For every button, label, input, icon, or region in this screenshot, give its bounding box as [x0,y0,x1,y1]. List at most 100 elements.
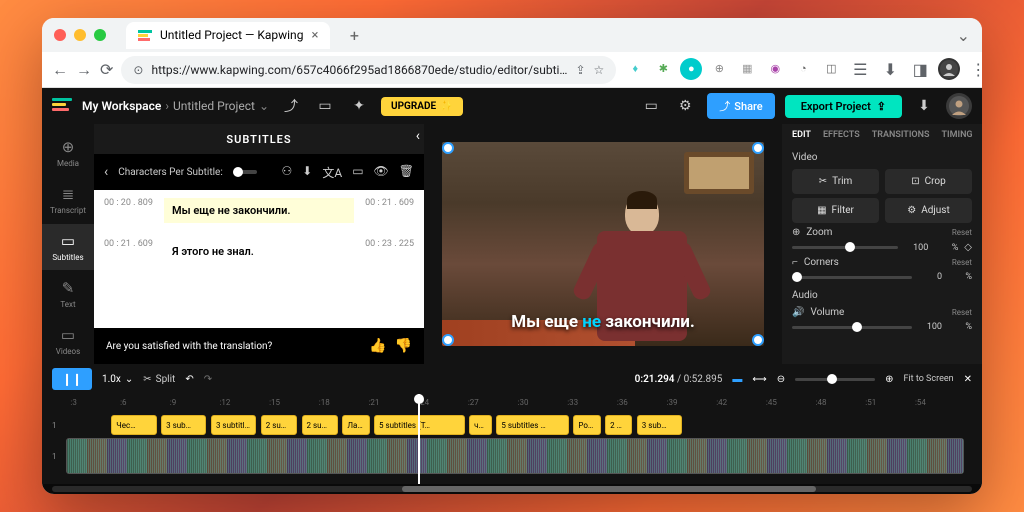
nav-videos[interactable]: ▭ Videos [42,317,94,364]
ext-icon-3[interactable]: ● [680,58,702,80]
subtitle-clip[interactable]: 2 … [605,415,632,435]
thumbs-down-icon[interactable]: 👎 [395,338,412,354]
subtitle-clip[interactable]: Чес… [111,415,156,435]
fit-to-screen-button[interactable]: Fit to Screen [904,374,954,384]
bookmark-icon[interactable]: ☆ [594,63,605,77]
playback-speed[interactable]: 1.0x [102,374,121,385]
video-canvas[interactable]: Мы еще не закончили. [442,142,764,346]
user-avatar[interactable] [946,93,972,119]
end-time[interactable]: 00 : 23 . 225 [364,239,414,264]
start-time[interactable]: 00 : 21 . 609 [104,239,154,264]
new-tab-button[interactable]: + [342,23,366,47]
ext-icon-1[interactable]: ♦ [624,58,646,80]
nav-transcript[interactable]: ≣ Transcript [42,177,94,224]
export-button[interactable]: Export Project⇪ [785,95,902,118]
subtitle-text[interactable]: Мы еще не закончили. [164,198,354,223]
ext-icon-4[interactable]: ⊕ [708,58,730,80]
video-clip[interactable] [66,438,964,474]
ext-icon-8[interactable]: ◫ [820,58,842,80]
zoom-slider[interactable] [792,246,898,249]
volume-slider[interactable] [792,326,912,329]
chevron-down-icon[interactable]: ⌄ [259,99,269,113]
magic-icon[interactable]: ✦ [347,94,371,118]
hide-icon[interactable]: 👁 [374,164,389,181]
corners-slider[interactable] [792,276,912,279]
lock-icon[interactable]: ◇ [964,242,972,253]
workspace-link[interactable]: My Workspace [82,99,161,113]
trim-button[interactable]: ✂Trim [792,169,879,194]
url-bar[interactable]: ⊙ https://www.kapwing.com/657c4066f295ad… [121,56,616,84]
subtitle-clip[interactable]: 2 su… [302,415,338,435]
subtitle-clip[interactable]: 3 subtitl… [211,415,256,435]
profile-avatar[interactable] [938,58,960,80]
ext-icon-6[interactable]: ◉ [764,58,786,80]
thumbs-up-icon[interactable]: 👍 [369,338,386,354]
download-icon[interactable]: ⬇ [912,94,936,118]
person-icon[interactable]: ⚇ [282,164,293,181]
share-url-icon[interactable]: ⇪ [575,63,585,77]
split-button[interactable]: ✂Split [143,374,175,385]
tab-effects[interactable]: EFFECTS [823,130,860,140]
ext-icon-7[interactable]: ◔ [792,58,814,80]
browser-menu-icon[interactable]: ⋮ [966,58,982,82]
subtitle-clip[interactable]: ч… [469,415,492,435]
subtitle-clip[interactable]: 3 sub… [637,415,682,435]
kapwing-logo[interactable] [52,98,72,114]
subtitle-clip[interactable]: 3 sub… [161,415,206,435]
subtitle-clip[interactable]: Ла… [342,415,369,435]
tab-edit[interactable]: EDIT [792,130,811,140]
project-name[interactable]: Untitled Project [173,99,255,113]
resize-handle-br[interactable] [752,334,764,346]
ext-icon-5[interactable]: ▦ [736,58,758,80]
subtitle-clip[interactable]: Ро… [573,415,600,435]
subtitle-row[interactable]: 00 : 20 . 809Мы еще не закончили.00 : 21… [94,190,424,231]
reading-list-icon[interactable]: ☰ [848,58,872,82]
tab-transitions[interactable]: TRANSITIONS [872,130,930,140]
translate-icon[interactable]: 文A [322,164,342,181]
undo-icon[interactable]: ↶ [185,374,193,385]
fit-width-icon[interactable]: ⟷ [752,374,766,385]
close-icon[interactable]: ✕ [964,374,972,385]
resize-handle-bl[interactable] [442,334,454,346]
timeline-ruler[interactable]: :3:6:9:12:15:18:21:24:27:30:33:36:39:42:… [52,398,972,412]
site-settings-icon[interactable]: ⊙ [133,63,143,77]
zoom-out-icon[interactable]: ⊖ [777,374,785,385]
start-time[interactable]: 00 : 20 . 809 [104,198,154,223]
back-button[interactable]: ← [52,58,68,82]
upload-icon[interactable]: ⤴ [279,94,303,118]
resize-handle-tr[interactable] [752,142,764,154]
back-icon[interactable]: ‹ [104,164,108,180]
snap-icon[interactable]: ▬ [732,374,742,385]
forward-button[interactable]: → [76,58,92,82]
window-close[interactable] [54,29,66,41]
nav-text[interactable]: ✎ Text [42,270,94,317]
sidepanel-icon[interactable]: ◨ [908,58,932,82]
share-button[interactable]: ⤴Share [707,93,774,119]
collapse-panel-icon[interactable]: ‹ [416,128,420,144]
nav-subtitles[interactable]: ▭ Subtitles [42,224,94,271]
playhead[interactable] [418,394,420,484]
ext-icon-2[interactable]: ✱ [652,58,674,80]
tab-timing[interactable]: TIMING [941,130,972,140]
download-icon[interactable]: ⬇ [878,58,902,82]
window-maximize[interactable] [94,29,106,41]
reload-button[interactable]: ⟳ [100,58,113,82]
subtitle-clip[interactable]: 5 subtitles … [496,415,568,435]
corners-reset[interactable]: Reset [952,258,972,267]
nav-media[interactable]: ⊕ Media [42,130,94,177]
volume-reset[interactable]: Reset [952,308,972,317]
adjust-button[interactable]: ⚙Adjust [885,198,972,223]
crop-button[interactable]: ⊡Crop [885,169,972,194]
download-icon[interactable]: ⬇ [302,164,312,181]
zoom-reset[interactable]: Reset [952,228,972,237]
subtitle-text[interactable]: Я этого не знал. [164,239,354,264]
chars-slider[interactable] [233,170,257,174]
upgrade-button[interactable]: UPGRADE✨ [381,97,463,116]
play-pause-button[interactable]: ❙❙ [52,368,92,390]
delete-icon[interactable]: 🗑 [399,164,414,181]
chevron-down-icon[interactable]: ⌄ [125,374,133,385]
zoom-in-icon[interactable]: ⊕ [885,374,893,385]
timeline-zoom-slider[interactable] [795,378,875,381]
subtitle-row[interactable]: 00 : 21 . 609 Я этого не знал. 00 : 23 . 2… [94,231,424,272]
style-icon[interactable]: ▭ [352,164,363,181]
